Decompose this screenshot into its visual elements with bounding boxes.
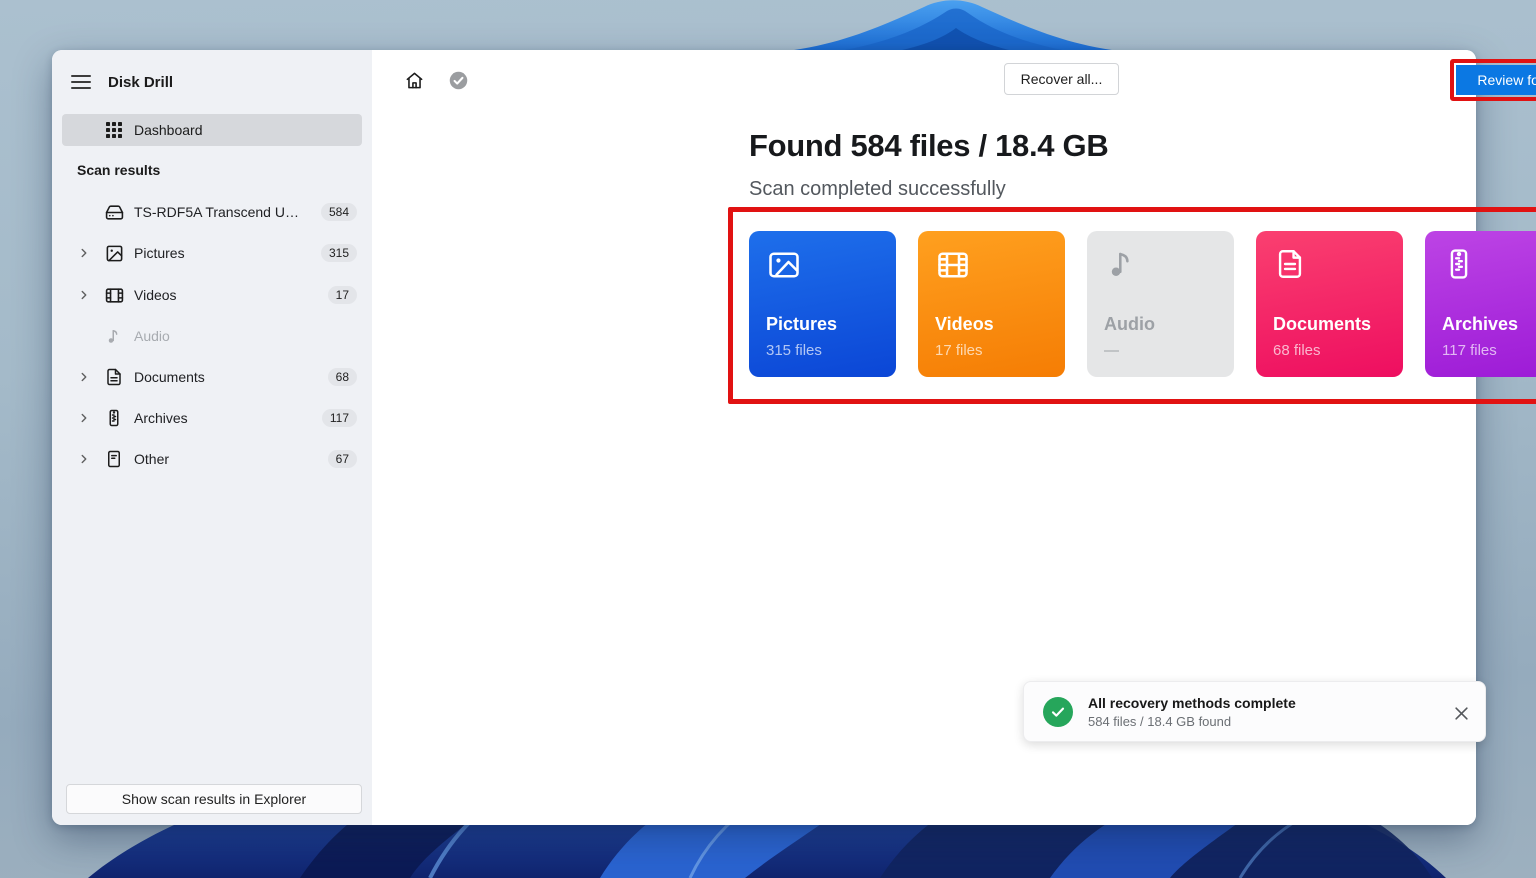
sidebar-header: Disk Drill <box>52 64 372 100</box>
film-icon <box>935 247 971 283</box>
hamburger-menu-icon[interactable] <box>68 69 94 95</box>
close-icon[interactable] <box>1451 703 1471 723</box>
card-title: Archives <box>1442 314 1518 335</box>
chevron-right-icon[interactable] <box>77 287 93 303</box>
card-archives[interactable]: Archives 117 files <box>1425 231 1536 377</box>
sidebar-item-label: Audio <box>134 328 170 344</box>
music-note-icon <box>104 326 124 346</box>
cards-annotation-box: Pictures 315 files Videos 17 files Audio… <box>728 207 1536 404</box>
card-count: 117 files <box>1442 342 1497 359</box>
scan-results-heading: Scan results <box>77 162 160 178</box>
check-circle-icon <box>1043 697 1073 727</box>
sidebar-item-label: Archives <box>134 410 188 426</box>
chevron-right-icon[interactable] <box>77 369 93 385</box>
sidebar-item-audio: Audio <box>52 321 372 351</box>
review-found-items-button[interactable]: Review found items <box>1456 65 1536 95</box>
sidebar-item-label: Videos <box>134 287 177 303</box>
card-count: — <box>1104 342 1119 359</box>
count-badge: 67 <box>328 450 357 468</box>
sidebar: Disk Drill Dashboard Scan results TS-RDF… <box>52 50 372 825</box>
main-content: Recover all... Review found items Found … <box>372 50 1476 825</box>
sidebar-item-dashboard[interactable]: Dashboard <box>62 114 362 146</box>
show-scan-results-in-explorer-button[interactable]: Show scan results in Explorer <box>66 784 362 814</box>
dashboard-grid-icon <box>104 120 124 140</box>
card-count: 68 files <box>1273 342 1321 359</box>
chevron-right-icon[interactable] <box>77 245 93 261</box>
sidebar-item-other[interactable]: Other 67 <box>52 444 372 474</box>
hard-drive-icon <box>104 202 124 222</box>
count-badge: 117 <box>322 409 357 427</box>
archive-zip-icon <box>104 408 124 428</box>
page-title: Found 584 files / 18.4 GB <box>749 128 1108 164</box>
card-documents[interactable]: Documents 68 files <box>1256 231 1403 377</box>
home-icon[interactable] <box>401 67 427 93</box>
count-badge: 315 <box>321 244 357 262</box>
card-title: Audio <box>1104 314 1155 335</box>
sidebar-item-pictures[interactable]: Pictures 315 <box>52 238 372 268</box>
recover-all-button[interactable]: Recover all... <box>1004 63 1119 95</box>
drive-label: TS-RDF5A Transcend US... <box>134 204 304 220</box>
review-button-annotation-box: Review found items <box>1450 59 1536 101</box>
sidebar-item-videos[interactable]: Videos 17 <box>52 280 372 310</box>
chevron-right-icon[interactable] <box>77 410 93 426</box>
sidebar-item-label: Documents <box>134 369 205 385</box>
sidebar-item-archives[interactable]: Archives 117 <box>52 403 372 433</box>
pictures-icon <box>766 247 802 283</box>
card-audio: Audio — <box>1087 231 1234 377</box>
sidebar-item-label: Pictures <box>134 245 185 261</box>
app-title: Disk Drill <box>108 74 173 91</box>
pictures-icon <box>104 243 124 263</box>
card-pictures[interactable]: Pictures 315 files <box>749 231 896 377</box>
wallpaper-bloom-top <box>778 0 1128 52</box>
session-check-icon[interactable] <box>445 67 471 93</box>
sidebar-item-drive[interactable]: TS-RDF5A Transcend US... 584 <box>52 197 372 227</box>
count-badge: 17 <box>328 286 357 304</box>
toast-title: All recovery methods complete <box>1088 695 1296 711</box>
file-other-icon <box>104 449 124 469</box>
count-badge: 68 <box>328 368 357 386</box>
card-count: 315 files <box>766 342 822 359</box>
page-subtitle: Scan completed successfully <box>749 178 1006 201</box>
document-icon <box>104 367 124 387</box>
toast-subtitle: 584 files / 18.4 GB found <box>1088 714 1296 729</box>
sidebar-item-documents[interactable]: Documents 68 <box>52 362 372 392</box>
card-count: 17 files <box>935 342 983 359</box>
chevron-right-icon[interactable] <box>77 451 93 467</box>
card-title: Videos <box>935 314 994 335</box>
card-title: Pictures <box>766 314 837 335</box>
card-title: Documents <box>1273 314 1371 335</box>
music-note-icon <box>1104 247 1138 281</box>
sidebar-item-label: Other <box>134 451 169 467</box>
desktop-background: Disk Drill Dashboard Scan results TS-RDF… <box>0 0 1536 878</box>
drive-count-badge: 584 <box>321 203 357 221</box>
card-videos[interactable]: Videos 17 files <box>918 231 1065 377</box>
disk-drill-window: Disk Drill Dashboard Scan results TS-RDF… <box>52 50 1476 825</box>
sidebar-item-label: Dashboard <box>134 122 203 138</box>
document-icon <box>1273 247 1307 281</box>
toast-notification: All recovery methods complete 584 files … <box>1023 681 1486 742</box>
film-icon <box>104 285 124 305</box>
archive-zip-icon <box>1442 247 1476 281</box>
